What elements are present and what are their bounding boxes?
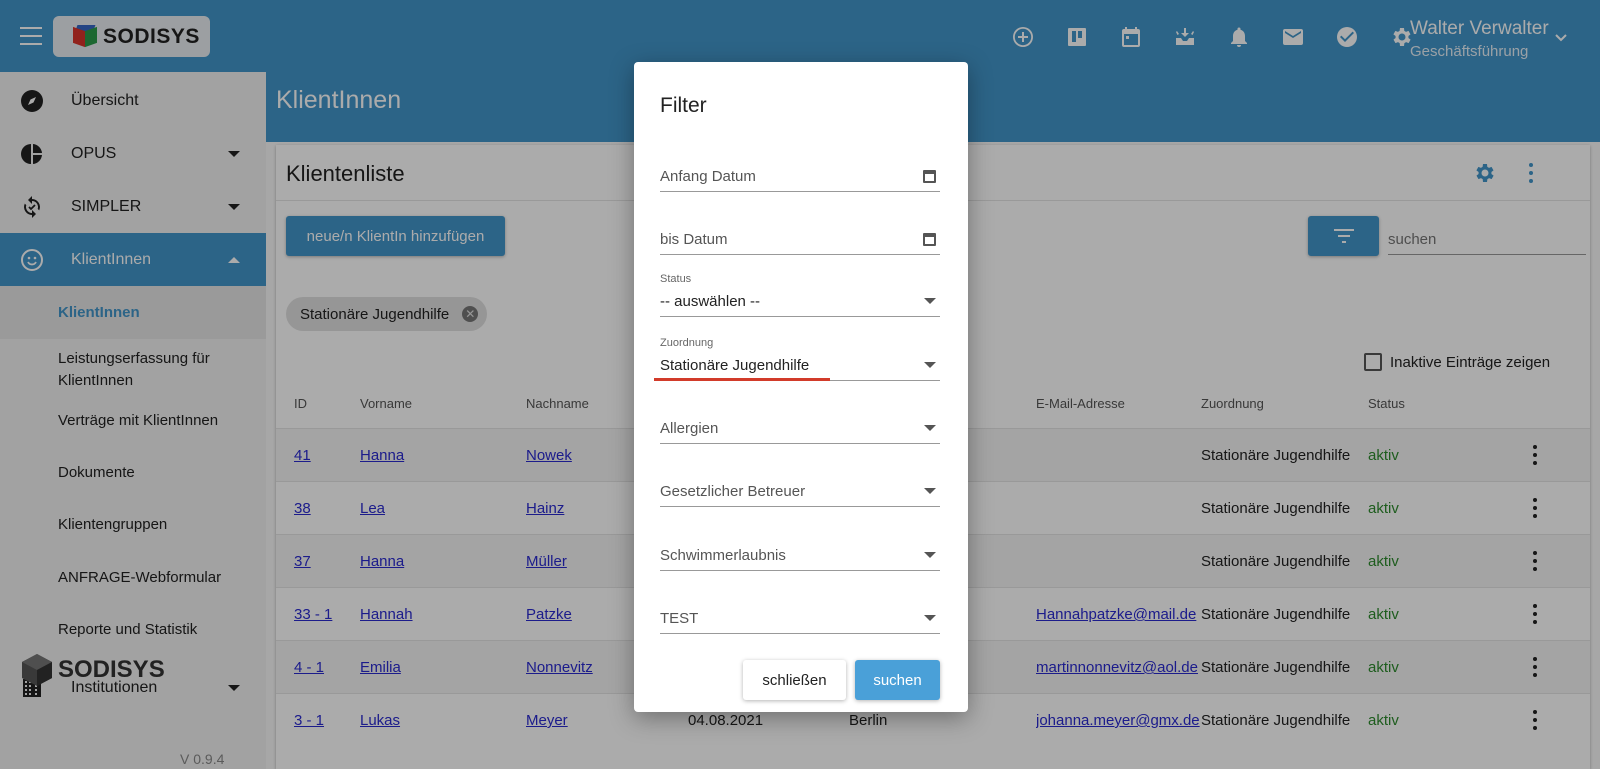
status-select[interactable]: Status -- auswählen -- — [660, 273, 940, 317]
calendar-icon[interactable] — [923, 233, 936, 246]
betreuer-placeholder: Gesetzlicher Betreuer — [660, 483, 806, 500]
schwimmer-select[interactable]: Schwimmerlaubnis — [660, 531, 940, 571]
end-date-placeholder: bis Datum — [660, 231, 728, 248]
filter-dialog: Filter Anfang Datum bis Datum Status -- … — [634, 62, 968, 712]
caret-down-icon — [924, 552, 936, 558]
caret-down-icon — [924, 362, 936, 368]
start-date-field[interactable]: Anfang Datum — [660, 152, 940, 192]
zuordnung-select[interactable]: Zuordnung Stationäre Jugendhilfe — [654, 337, 940, 381]
caret-down-icon — [924, 615, 936, 621]
zuordnung-label: Zuordnung — [660, 337, 714, 349]
schwimmer-placeholder: Schwimmerlaubnis — [660, 547, 786, 564]
test-select[interactable]: TEST — [660, 594, 940, 634]
start-date-placeholder: Anfang Datum — [660, 168, 756, 185]
caret-down-icon — [924, 425, 936, 431]
allergien-select[interactable]: Allergien — [660, 404, 940, 444]
focus-indicator — [654, 378, 830, 381]
allergien-placeholder: Allergien — [660, 420, 719, 437]
caret-down-icon — [924, 488, 936, 494]
status-value: -- auswählen -- — [660, 293, 761, 310]
betreuer-select[interactable]: Gesetzlicher Betreuer — [660, 467, 940, 507]
test-placeholder: TEST — [660, 610, 699, 627]
status-label: Status — [660, 273, 692, 285]
dialog-title: Filter — [660, 94, 707, 117]
end-date-field[interactable]: bis Datum — [660, 215, 940, 255]
zuordnung-value: Stationäre Jugendhilfe — [660, 357, 810, 374]
search-button[interactable]: suchen — [855, 660, 940, 700]
calendar-icon[interactable] — [923, 170, 936, 183]
close-button[interactable]: schließen — [743, 660, 846, 700]
caret-down-icon — [924, 298, 936, 304]
